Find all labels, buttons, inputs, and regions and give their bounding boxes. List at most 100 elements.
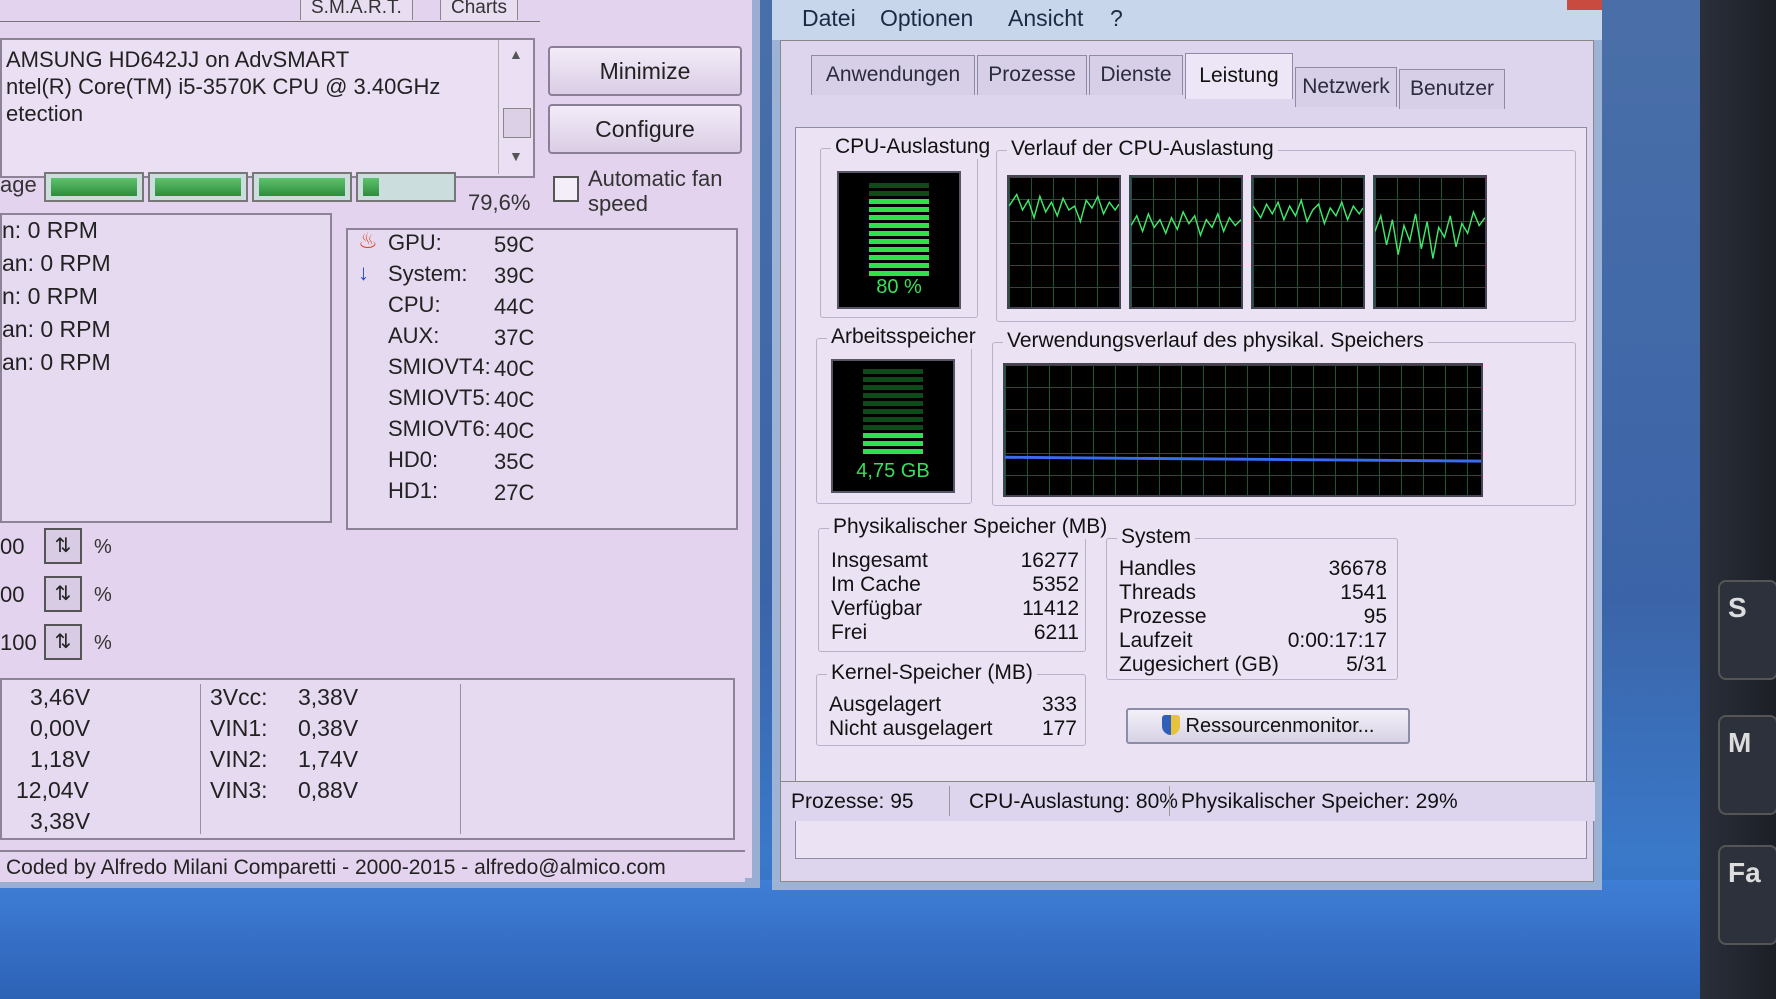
system-title: System [1117,525,1196,549]
voltage-value: 3,38V [30,808,91,834]
status-memory: Physikalischer Speicher: 29% [1181,790,1458,813]
kernel-memory-title: Kernel-Speicher (MB) [827,661,1037,685]
speed-stepper[interactable]: ⇅ [44,528,82,564]
speed-stepper[interactable]: ⇅ [44,624,82,660]
tab-netzwerk[interactable]: Netzwerk [1295,67,1397,107]
meter-cell [869,239,929,244]
voltage-value: 1,74V [298,746,359,772]
meter-cell [869,199,929,204]
meter-cell [869,183,929,188]
cpu-core-line [1009,192,1119,224]
task-manager-status-bar: Prozesse: 95 CPU-Auslastung: 80% Physika… [781,781,1595,821]
side-tile[interactable]: M [1718,715,1776,815]
memory-history-line [1005,455,1481,463]
auto-fan-checkbox[interactable] [553,176,579,202]
temp-name: System: [388,261,468,286]
fan-row: n: 0 RPM [2,217,98,243]
meter-cell [863,409,923,414]
menu-bar: Datei Optionen Ansicht ? [772,0,1602,40]
voltage-name: VIN2: [210,746,268,772]
meter-cell [863,401,923,406]
phys-key: Frei [831,621,868,644]
info-scrollbar[interactable]: ▲ ▼ [498,40,534,174]
close-button[interactable] [1567,0,1602,10]
temp-name: AUX: [388,323,440,348]
usage-percent: 79,6% [468,190,531,215]
temp-value: 37C [494,325,535,350]
physical-memory-group: Physikalischer Speicher (MB) Insgesamt 1… [818,515,1112,652]
side-tile[interactable]: S [1718,580,1776,680]
meter-cell [863,377,923,382]
speedfan-window: S.M.A.R.T. Charts AMSUNG HD642JJ on AdvS… [0,0,760,888]
tab-charts[interactable]: Charts [440,0,518,20]
meter-cell [869,207,929,212]
cpu-core-graph [1251,175,1365,309]
configure-button[interactable]: Configure [548,104,742,154]
voltage-value: 0,00V [30,715,91,741]
usage-label: age [0,172,37,197]
menu-help[interactable]: ? [1110,5,1123,32]
device-info-list[interactable]: AMSUNG HD642JJ on AdvSMART ntel(R) Core(… [0,38,535,178]
meter-cell [869,231,929,236]
usage-fill [363,178,379,196]
tab-benutzer[interactable]: Benutzer [1399,69,1505,109]
speed-value[interactable]: 00 [0,582,24,608]
meter-cell [863,393,923,398]
system-key: Handles [1119,557,1197,580]
kernel-value: 177 [1041,717,1077,740]
cpu-usage-group: CPU-Auslastung 80 % [820,135,995,318]
temp-name: HD0: [388,447,439,472]
info-line: AMSUNG HD642JJ on AdvSMART [6,47,350,72]
temp-value: 44C [494,294,535,319]
tab-dienste[interactable]: Dienste [1089,55,1183,95]
meter-cell [869,191,929,196]
usage-bar [148,172,248,202]
resource-monitor-label: Ressourcenmonitor... [1185,715,1375,737]
system-key: Zugesichert (GB) [1119,653,1279,676]
system-key: Laufzeit [1119,629,1193,652]
cpu-history-group: Verlauf der CPU-Auslastung [996,137,1576,322]
side-tile[interactable]: Fa [1718,845,1776,945]
speed-stepper[interactable]: ⇅ [44,576,82,612]
menu-datei[interactable]: Datei [802,5,856,32]
voltage-panel: 3,46V 0,00V 1,18V 12,04V 3,38V 3Vcc: 3,3… [0,678,735,840]
speed-unit: % [94,536,112,558]
meter-cell [863,449,923,454]
status-processes: Prozesse: 95 [791,790,914,813]
voltage-name: VIN3: [210,777,268,803]
kernel-key: Ausgelagert [829,693,942,716]
tab-prozesse[interactable]: Prozesse [977,55,1087,95]
tab-leistung[interactable]: Leistung [1185,53,1293,99]
usage-fill [155,178,241,196]
kernel-value: 333 [1041,693,1077,716]
speed-value[interactable]: 100 [0,630,37,656]
memory-meter-value: 4,75 GB [856,460,930,482]
cpu-core-graph [1007,175,1121,309]
temp-value: 59C [494,232,535,257]
usage-bar [252,172,352,202]
cpu-meter: 80 % [837,171,961,309]
fan-row: an: 0 RPM [2,316,111,342]
memory-meter-cells [863,369,923,457]
resource-monitor-button[interactable]: Ressourcenmonitor... [1126,708,1410,744]
scroll-down-icon[interactable]: ▼ [509,148,523,164]
kernel-key: Nicht ausgelagert [829,717,993,740]
minimize-button[interactable]: Minimize [548,46,742,96]
shield-icon [1161,715,1180,735]
tab-smart[interactable]: S.M.A.R.T. [300,0,413,20]
temp-name: SMIOVT6: [388,416,491,441]
menu-optionen[interactable]: Optionen [880,5,973,32]
speed-value[interactable]: 00 [0,534,24,560]
scroll-up-icon[interactable]: ▲ [509,46,523,62]
menu-ansicht[interactable]: Ansicht [1008,5,1083,32]
temperature-list: ♨ ↓ GPU: 59C System: 39C CPU: 44C AUX: 3… [346,228,738,530]
scroll-thumb[interactable] [503,108,531,138]
temp-value: 40C [494,418,535,443]
speed-unit: % [94,632,112,654]
memory-group: Arbeitsspeicher 4,75 GB [816,325,980,504]
cpu-meter-cells [869,183,929,279]
kernel-memory-group: Kernel-Speicher (MB) Ausgelagert 333 Nic… [816,661,1086,746]
tab-anwendungen[interactable]: Anwendungen [811,55,975,95]
voltage-value: 0,38V [298,715,359,741]
temp-value: 40C [494,387,535,412]
